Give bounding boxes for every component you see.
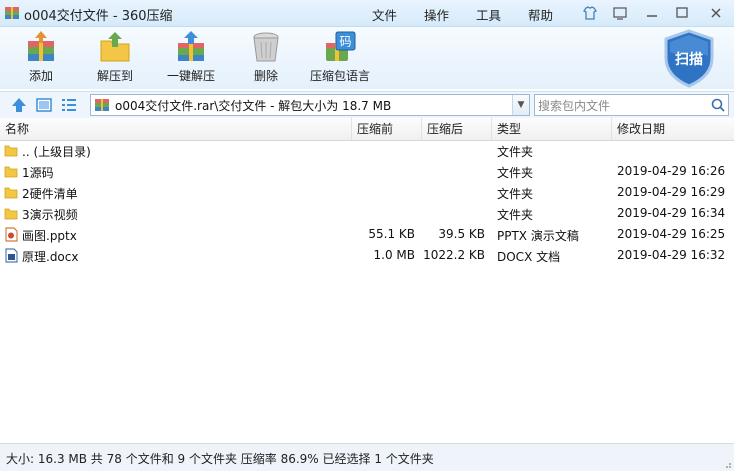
- delete-label: 删除: [253, 69, 278, 83]
- file-date: 2019-04-29 16:26: [617, 164, 726, 178]
- menu-icon[interactable]: [610, 3, 630, 23]
- delete-trash-icon: [253, 32, 279, 62]
- chevron-down-icon[interactable]: ▼: [512, 95, 529, 115]
- menu-tools[interactable]: 工具: [476, 5, 501, 24]
- docx-file-icon: [5, 248, 18, 263]
- window-title: o004交付文件 - 360压缩: [24, 9, 173, 24]
- file-date: 2019-04-29 16:25: [617, 227, 726, 241]
- resize-grip-icon[interactable]: [722, 459, 732, 469]
- header-size-before[interactable]: 压缩前: [351, 118, 421, 140]
- file-size-after: 39.5 KB: [438, 227, 485, 241]
- archive-language-label: 压缩包语言: [309, 69, 370, 83]
- one-click-extract-button[interactable]: 一键解压: [155, 29, 227, 87]
- file-name: 2硬件清单: [22, 187, 78, 201]
- file-type: 文件夹: [497, 208, 534, 222]
- file-date: 2019-04-29 16:32: [617, 248, 726, 262]
- file-row[interactable]: 1源码 文件夹 2019-04-29 16:26: [0, 161, 734, 182]
- column-header: 名称 压缩前 压缩后 类型 修改日期: [0, 118, 734, 141]
- header-type[interactable]: 类型: [491, 118, 611, 140]
- toolbar: 添加 解压到 一键解压 删除 码 压缩包语言: [0, 27, 734, 89]
- shirt-icon[interactable]: [580, 3, 600, 23]
- file-type: 文件夹: [497, 145, 534, 159]
- detail-view-icon[interactable]: [35, 96, 53, 114]
- archive-language-button[interactable]: 码 压缩包语言: [304, 29, 376, 87]
- file-row[interactable]: 2硬件清单 文件夹 2019-04-29 16:29: [0, 182, 734, 203]
- file-type: DOCX 文档: [497, 250, 561, 264]
- file-name: 画图.pptx: [22, 229, 77, 243]
- file-row[interactable]: 画图.pptx 55.1 KB 39.5 KB PPTX 演示文稿 2019-0…: [0, 224, 734, 245]
- folder-icon: [4, 187, 18, 199]
- menu-help[interactable]: 帮助: [528, 5, 553, 24]
- file-name: .. (上级目录): [22, 145, 91, 159]
- scan-label: 扫描: [675, 51, 703, 68]
- minimize-icon[interactable]: [642, 3, 662, 23]
- extract-to-label: 解压到: [96, 69, 133, 83]
- status-bar: 大小: 16.3 MB 共 78 个文件和 9 个文件夹 压缩率 86.9% 已…: [0, 443, 734, 471]
- search-input[interactable]: 搜索包内文件: [534, 94, 729, 116]
- shield-icon: 扫描: [664, 29, 714, 88]
- add-archive-icon: [28, 31, 54, 61]
- add-label: 添加: [28, 69, 53, 83]
- file-date: 2019-04-29 16:34: [617, 206, 726, 220]
- search-placeholder: 搜索包内文件: [538, 99, 611, 113]
- header-size-after[interactable]: 压缩后: [421, 118, 491, 140]
- header-name[interactable]: 名称: [0, 118, 351, 140]
- archive-language-badge: 码: [339, 35, 351, 49]
- folder-icon: [4, 145, 18, 157]
- status-text: 大小: 16.3 MB 共 78 个文件和 9 个文件夹 压缩率 86.9% 已…: [6, 452, 434, 466]
- file-name: 1源码: [22, 166, 54, 180]
- file-row[interactable]: .. (上级目录) 文件夹: [0, 140, 734, 161]
- up-arrow-icon[interactable]: [10, 96, 28, 114]
- pptx-file-icon: [5, 227, 18, 242]
- file-date: 2019-04-29 16:29: [617, 185, 726, 199]
- file-size-after: 1022.2 KB: [423, 248, 485, 262]
- search-icon[interactable]: [710, 97, 726, 113]
- file-size-before: 55.1 KB: [368, 227, 415, 241]
- file-name: 3演示视频: [22, 208, 78, 222]
- one-click-extract-label: 一键解压: [166, 69, 215, 83]
- address-bar: o004交付文件.rar\交付文件 - 解包大小为 18.7 MB ▼ 搜索包内…: [0, 91, 734, 119]
- delete-button[interactable]: 删除: [230, 29, 302, 87]
- file-type: PPTX 演示文稿: [497, 229, 579, 243]
- file-type: 文件夹: [497, 187, 534, 201]
- maximize-icon[interactable]: [672, 3, 692, 23]
- app-icon: [5, 7, 19, 19]
- path-text: o004交付文件.rar\交付文件 - 解包大小为 18.7 MB: [115, 99, 392, 113]
- menu-operation[interactable]: 操作: [424, 5, 449, 24]
- file-name: 原理.docx: [22, 250, 79, 264]
- menu-file[interactable]: 文件: [372, 5, 397, 24]
- folder-icon: [4, 166, 18, 178]
- title-bar: o004交付文件 - 360压缩 文件 操作 工具 帮助: [0, 0, 734, 27]
- scan-button[interactable]: 扫描: [660, 28, 718, 88]
- folder-icon: [4, 208, 18, 220]
- one-click-extract-icon: [178, 31, 204, 61]
- extract-to-icon: [100, 32, 130, 62]
- add-button[interactable]: 添加: [5, 29, 77, 87]
- extract-to-button[interactable]: 解压到: [79, 29, 151, 87]
- file-row[interactable]: 3演示视频 文件夹 2019-04-29 16:34: [0, 203, 734, 224]
- file-size-before: 1.0 MB: [373, 248, 415, 262]
- close-icon[interactable]: [706, 3, 726, 23]
- path-field[interactable]: o004交付文件.rar\交付文件 - 解包大小为 18.7 MB ▼: [90, 94, 530, 116]
- file-type: 文件夹: [497, 166, 534, 180]
- archive-language-icon: 码: [326, 31, 356, 61]
- header-modified[interactable]: 修改日期: [611, 118, 734, 140]
- archive-icon: [95, 99, 109, 111]
- file-row[interactable]: 原理.docx 1.0 MB 1022.2 KB DOCX 文档 2019-04…: [0, 245, 734, 266]
- list-view-icon[interactable]: [60, 96, 78, 114]
